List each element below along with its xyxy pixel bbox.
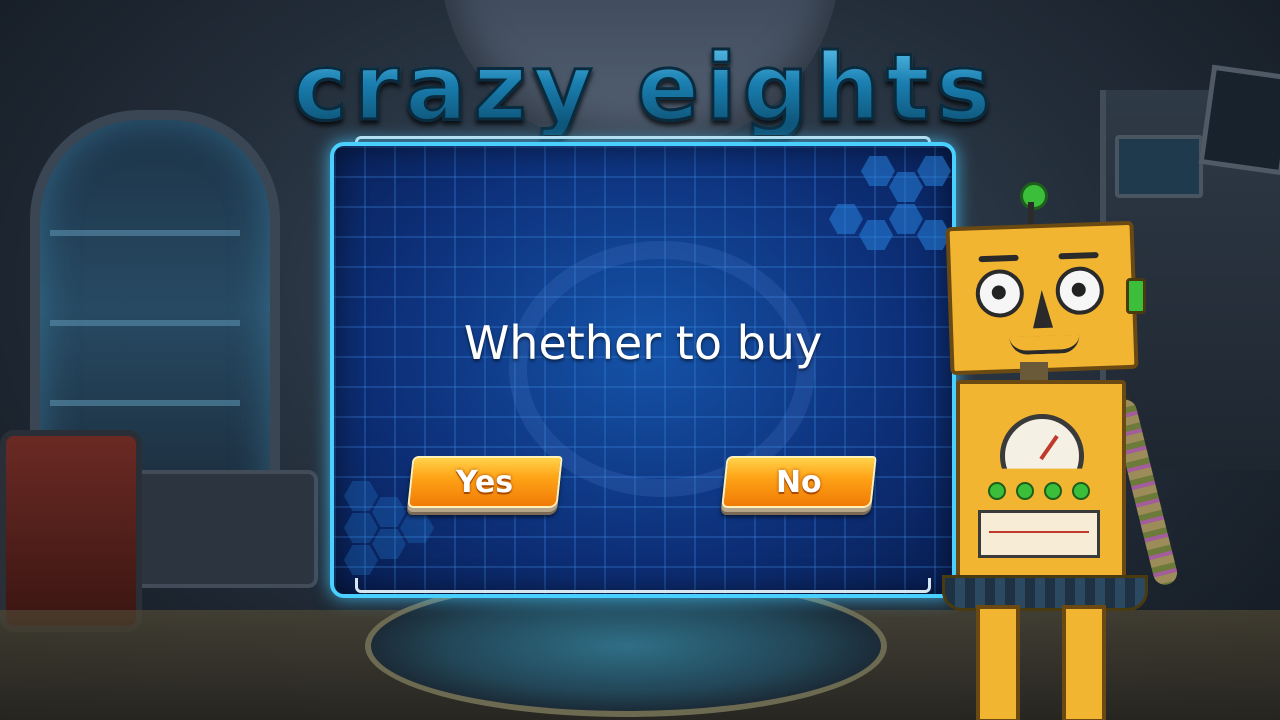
- background-shelf: [50, 320, 240, 326]
- hexagon-decoration: [829, 204, 863, 234]
- robot-eye: [1054, 265, 1105, 316]
- hexagon-decoration: [917, 156, 951, 186]
- heartbeat-screen-icon: [978, 510, 1100, 558]
- robot-light: [1016, 482, 1034, 500]
- hexagon-decoration: [400, 513, 434, 543]
- robot-ear: [1126, 278, 1146, 314]
- hexagon-decoration: [889, 204, 923, 234]
- robot-head: [945, 220, 1139, 376]
- background-shelf: [50, 230, 240, 236]
- robot-mouth: [1009, 334, 1080, 356]
- robot-light: [988, 482, 1006, 500]
- hexagon-decoration: [889, 172, 923, 202]
- yes-button[interactable]: Yes: [407, 456, 563, 508]
- robot-nose: [1031, 289, 1054, 329]
- game-logo: crazy eights: [210, 33, 1080, 143]
- background-monitor: [1198, 64, 1280, 176]
- robot-eye: [974, 268, 1025, 319]
- yes-button-label: Yes: [456, 464, 514, 500]
- no-button-label: No: [776, 464, 822, 500]
- robot-antenna-icon: [1020, 182, 1048, 210]
- hexagon-decoration: [372, 529, 406, 559]
- robot-eyebrow: [978, 254, 1019, 263]
- background-shelf: [50, 400, 240, 406]
- dialog-message: Whether to buy: [463, 316, 823, 370]
- robot-leg: [976, 605, 1020, 720]
- hexagon-decoration: [372, 497, 406, 527]
- background-console: [120, 470, 318, 588]
- hexagon-decoration: [344, 481, 378, 511]
- robot-light: [1072, 482, 1090, 500]
- robot-body: [956, 380, 1126, 593]
- background-monitor: [1115, 135, 1203, 198]
- robot-skirt: [942, 575, 1148, 611]
- yellow-robot-mascot: [940, 182, 1180, 720]
- game-scene: crazy eights Whether to buy Yes No: [0, 0, 1280, 720]
- robot-light: [1044, 482, 1062, 500]
- purchase-dialog: Whether to buy Yes No: [330, 142, 956, 598]
- gauge-icon: [1000, 414, 1084, 469]
- hexagon-decoration: [861, 156, 895, 186]
- hexagon-decoration: [859, 220, 893, 250]
- dialog-frame-bottom: [355, 578, 931, 593]
- no-button[interactable]: No: [721, 456, 877, 508]
- hexagon-decoration: [344, 545, 378, 575]
- robot-eyebrow: [1058, 252, 1099, 260]
- background-red-machine: [0, 430, 142, 632]
- robot-leg: [1062, 605, 1106, 720]
- hexagon-decoration: [344, 513, 378, 543]
